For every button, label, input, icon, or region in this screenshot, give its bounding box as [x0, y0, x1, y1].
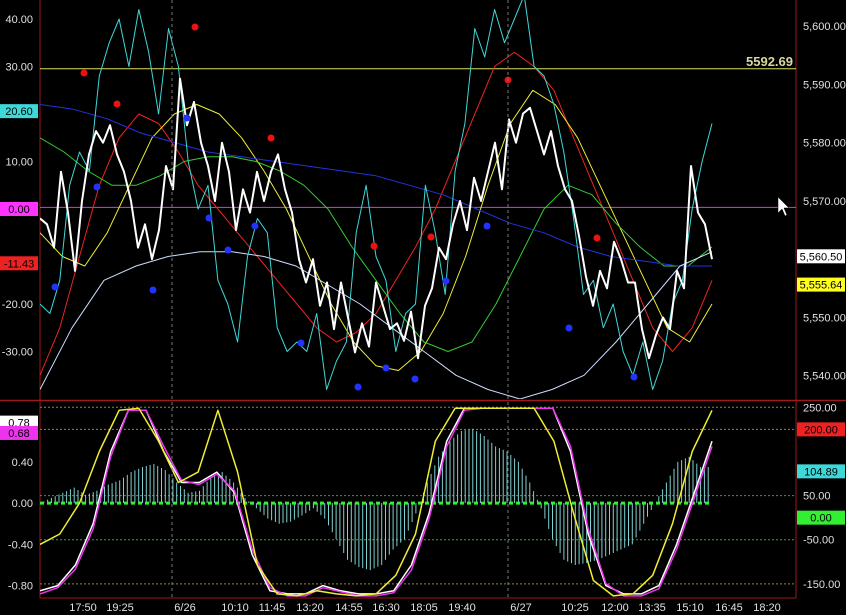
right-tick-label-indicator: -50.00 [803, 535, 834, 547]
signal-dot-red-2 [191, 23, 199, 31]
signal-dot-blue-14 [630, 373, 638, 381]
indicator-left-badge-1-text: 0.68 [8, 428, 29, 440]
x-tick-label: 6/26 [174, 602, 195, 614]
signal-dot-red-3 [267, 134, 275, 142]
right-tick-label: 5,550.00 [803, 312, 846, 324]
x-tick-label: 14:55 [335, 602, 363, 614]
right-tick-label: 5,590.00 [803, 79, 846, 91]
right-tick-label-indicator: -150.00 [803, 579, 840, 591]
left-value-badge-2-text: -11.43 [4, 258, 34, 270]
signal-dot-blue-7 [297, 339, 305, 347]
indicator-left-badge-1: 0.68 [0, 425, 38, 440]
left-value-badge-2: -11.43 [0, 256, 38, 271]
x-tick-label: 19:25 [106, 602, 134, 614]
x-tick-label: 18:05 [410, 602, 438, 614]
x-tick-label: 10:25 [561, 602, 589, 614]
left-value-badge-0: 20.60 [0, 104, 38, 119]
signal-dot-blue-10 [411, 375, 419, 383]
indicator-right-badge-1: 104.89 [797, 464, 845, 479]
series-moving-average-yellow [40, 89, 713, 371]
right-value-badge-1: 5,555.64 [797, 277, 845, 292]
left-tick-label: 30.00 [5, 62, 33, 74]
x-tick-label: 16:30 [372, 602, 400, 614]
indicator-right-badge-1-text: 104.89 [804, 466, 838, 478]
x-tick-label: 11:45 [259, 602, 286, 614]
series-moving-average-blue [40, 104, 712, 267]
right-tick-label-indicator: 250.00 [803, 402, 837, 414]
left-value-badge-1-text: 0.00 [8, 204, 29, 216]
series-moving-average-lightblue [40, 251, 713, 399]
right-value-badge-1-text: 5,555.64 [800, 280, 843, 292]
signal-dot-blue-11 [442, 277, 450, 285]
left-tick-label-indicator: 0.00 [12, 498, 33, 510]
signal-dot-blue-13 [565, 324, 573, 332]
mouse-pointer-icon [777, 196, 790, 217]
signal-dot-red-0 [80, 69, 88, 77]
signal-dot-red-5 [427, 233, 435, 241]
x-tick-label: 17:50 [69, 602, 97, 614]
indicator-right-badge-2-text: 0.00 [810, 513, 831, 525]
x-tick-label: 10:10 [221, 602, 249, 614]
right-tick-label: 5,600.00 [803, 21, 846, 33]
signal-dot-blue-1 [93, 183, 101, 191]
x-tick-label: 13:20 [296, 602, 324, 614]
signal-dot-red-7 [593, 234, 601, 242]
right-tick-label-indicator: 50.00 [803, 491, 831, 503]
x-tick-label: 19:40 [448, 602, 476, 614]
x-tick-label: 18:20 [753, 602, 781, 614]
x-tick-label: 15:10 [676, 602, 704, 614]
series-moving-average-red [40, 51, 713, 376]
left-tick-label: 10.00 [5, 157, 33, 169]
indicator-right-badge-0-text: 200.00 [804, 424, 838, 436]
signal-dot-blue-12 [483, 222, 491, 230]
left-tick-label: 40.00 [5, 14, 33, 26]
indicator-right-badge-2: 0.00 [797, 510, 845, 525]
signal-dot-red-1 [113, 100, 121, 108]
left-tick-label-indicator: -0.80 [8, 581, 33, 593]
right-tick-label: 5,580.00 [803, 138, 846, 150]
left-tick-label-indicator: -0.40 [8, 539, 33, 551]
signal-dot-blue-8 [354, 383, 362, 391]
x-tick-label: 12:00 [601, 602, 629, 614]
signal-dot-blue-9 [382, 364, 390, 372]
series-oscillator-fast [40, 0, 713, 390]
right-tick-label: 5,540.00 [803, 371, 846, 383]
right-value-badge-0: 5,560.50 [797, 249, 845, 264]
signal-dot-blue-6 [251, 222, 259, 230]
signal-dot-blue-4 [205, 214, 213, 222]
signal-dot-blue-2 [149, 286, 157, 294]
signal-dot-blue-3 [183, 114, 191, 122]
series-stochastic-white [40, 407, 713, 595]
left-tick-label-indicator: 0.40 [12, 457, 33, 469]
x-tick-label: 16:45 [715, 602, 743, 614]
left-value-badge-1: 0.00 [0, 202, 38, 216]
left-tick-label: -30.00 [2, 347, 33, 359]
chart-frame [0, 0, 846, 599]
indicator-right-badge-0: 200.00 [797, 422, 845, 437]
right-tick-label: 5,570.00 [803, 196, 846, 208]
x-tick-label: 6/27 [510, 602, 531, 614]
right-value-badge-0-text: 5,560.50 [800, 251, 843, 263]
left-tick-label: -20.00 [2, 299, 33, 311]
trading-chart[interactable]: 5592.69 40.00 30.00 10.00 0.00 -20.00 -30.00 5,… [0, 0, 846, 615]
signal-dot-blue-0 [51, 283, 59, 291]
x-tick-label: 13:35 [638, 602, 666, 614]
reference-line-label: 5592.69 [746, 54, 793, 69]
signal-dot-blue-5 [224, 246, 232, 254]
left-value-badge-0-text: 20.60 [5, 106, 33, 118]
signal-dot-red-4 [370, 242, 378, 250]
